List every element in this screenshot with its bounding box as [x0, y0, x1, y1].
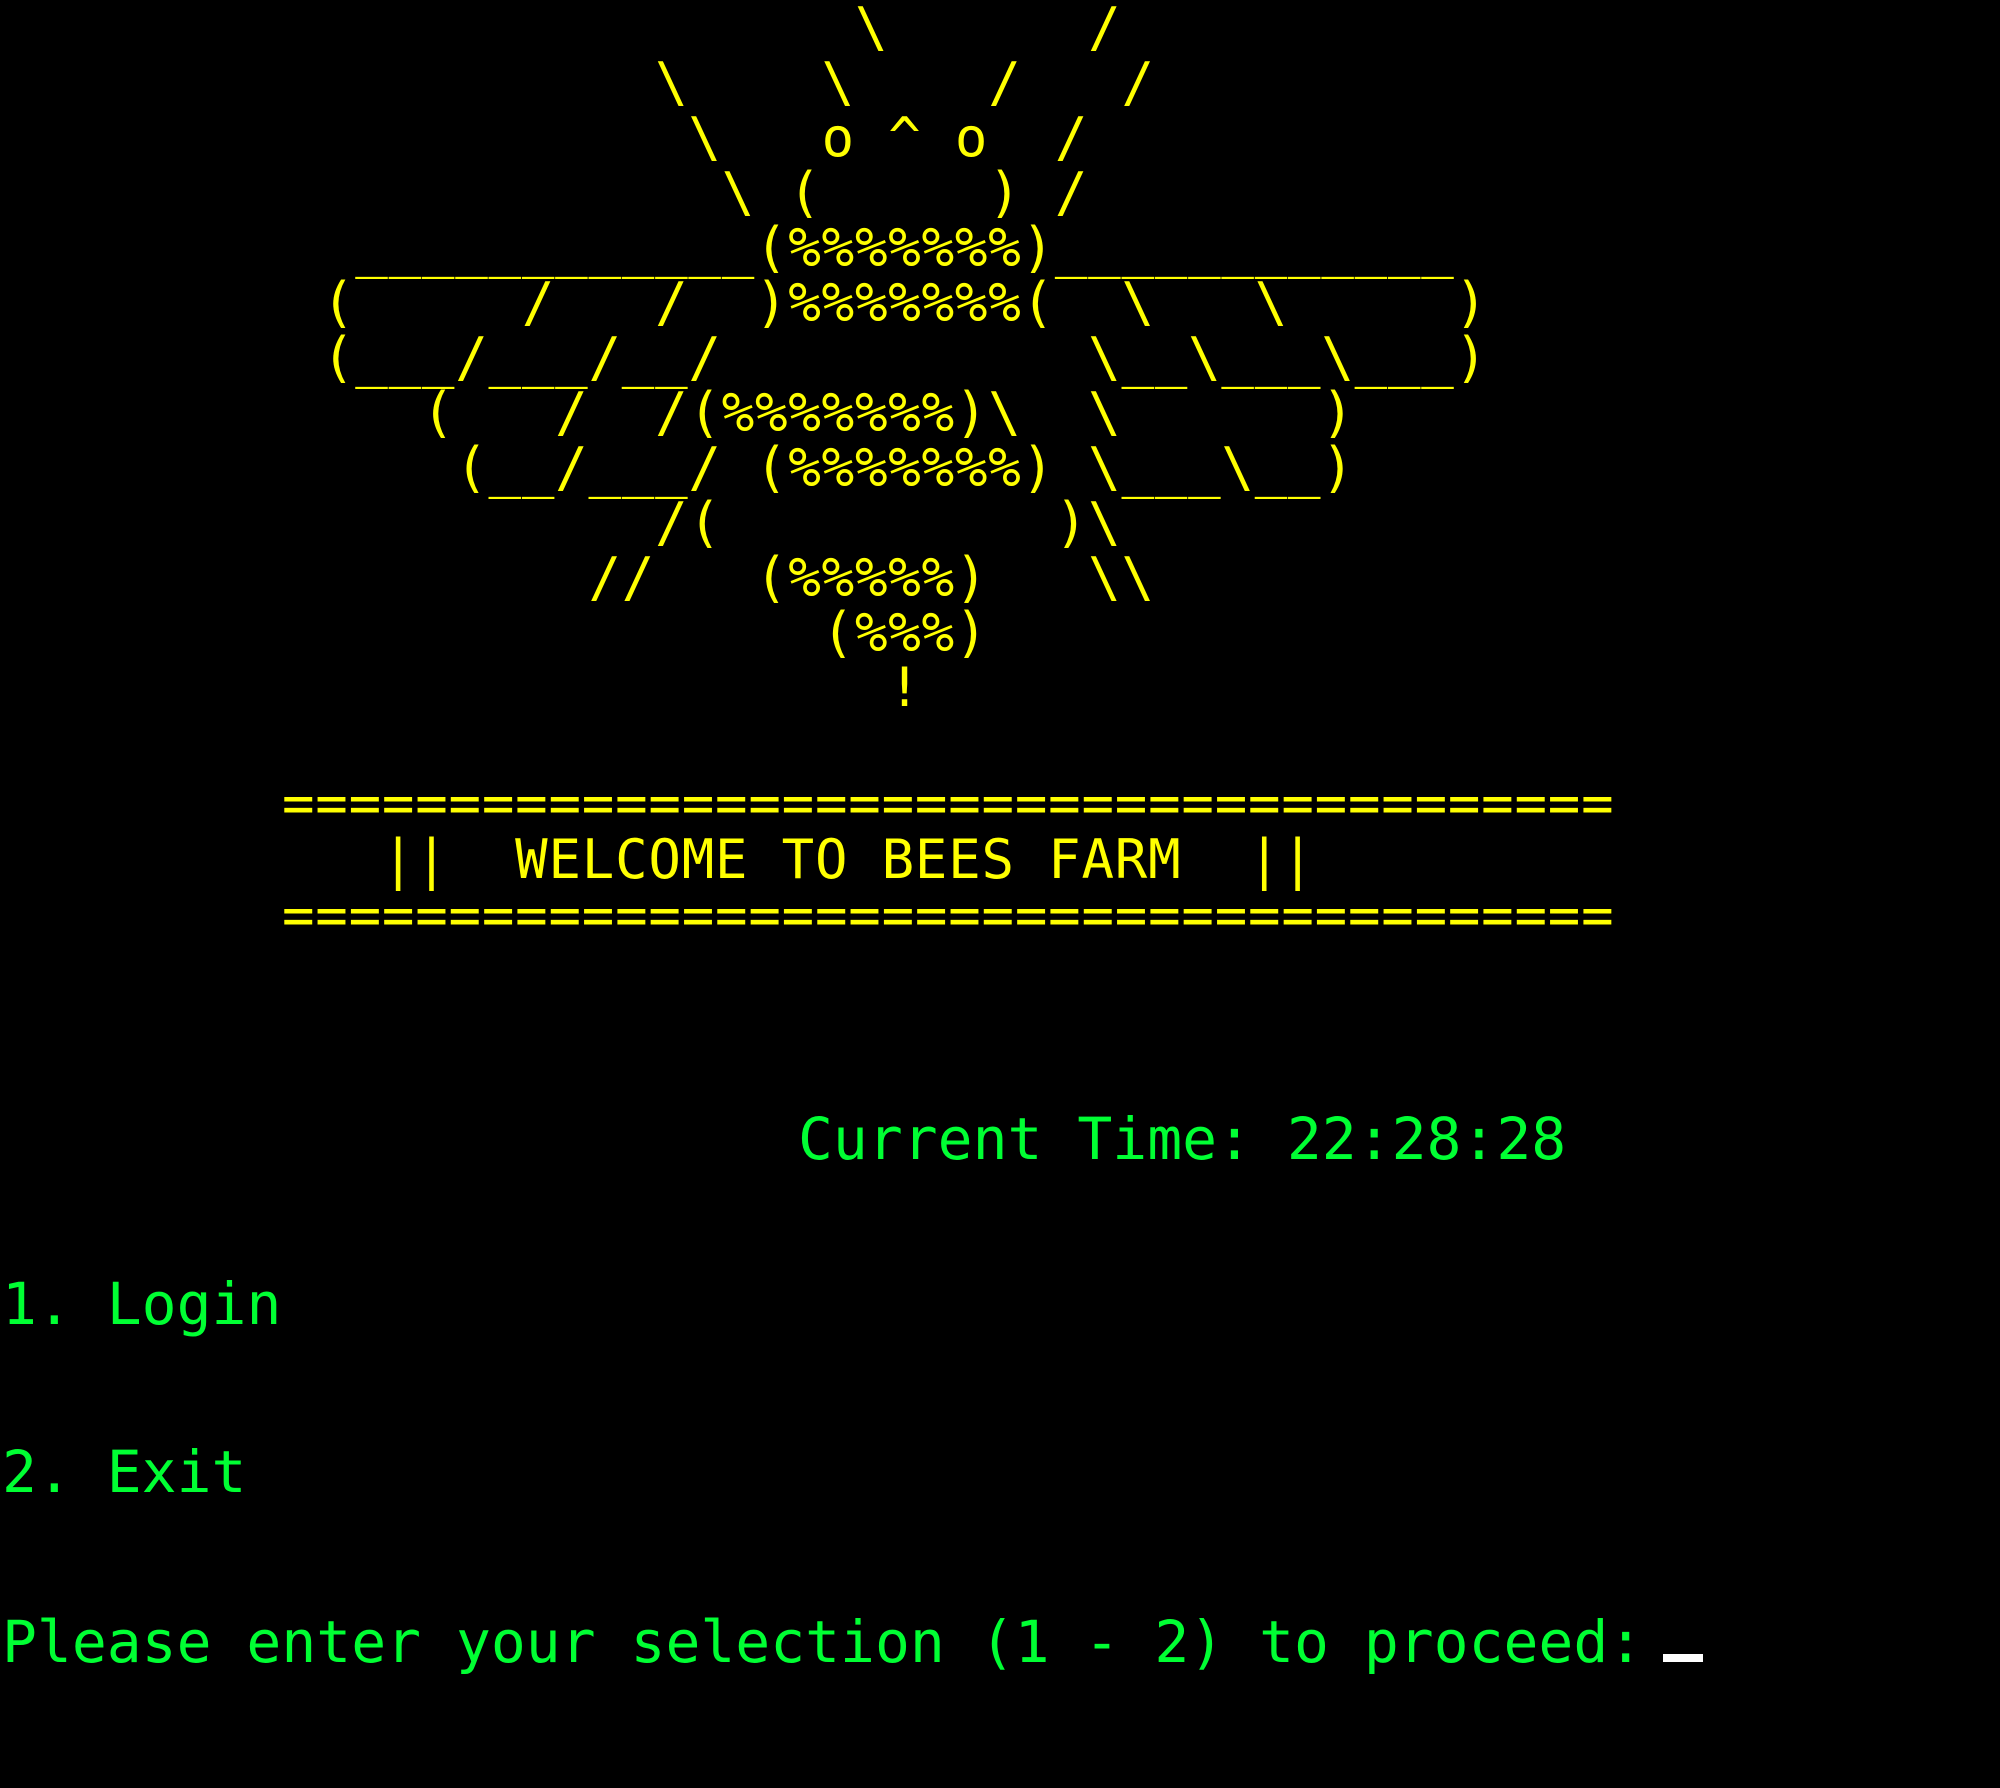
- selection-prompt[interactable]: Please enter your selection (1 - 2) to p…: [2, 1608, 1704, 1676]
- current-time: Current Time: 22:28:28: [798, 1106, 1566, 1172]
- current-time-value: 22:28:28: [1286, 1105, 1567, 1173]
- menu-item-label: Login: [106, 1270, 282, 1338]
- menu-item-exit[interactable]: 2. Exit: [2, 1443, 1703, 1501]
- bee-ascii-art: \ / \ \ / / \ o ^ o / \ ( ) / __________…: [322, 0, 1488, 719]
- menu-item-label: Exit: [106, 1438, 247, 1506]
- welcome-banner: ========================================…: [282, 776, 1614, 944]
- terminal-screen[interactable]: \ / \ \ / / \ o ^ o / \ ( ) / __________…: [0, 0, 2000, 1671]
- banner-rule-bottom: ========================================: [282, 884, 1615, 947]
- menu-item-number: 2.: [2, 1438, 72, 1506]
- menu-item-login[interactable]: 1. Login: [2, 1275, 1703, 1333]
- menu-item-number: 1.: [2, 1270, 72, 1338]
- main-menu: 1. Login 2. Exit Please enter your selec…: [2, 1164, 1704, 1782]
- current-time-label: Current Time:: [798, 1105, 1252, 1173]
- banner-rule-top: ========================================: [282, 772, 1615, 835]
- selection-prompt-text: Please enter your selection (1 - 2) to p…: [2, 1608, 1644, 1676]
- banner-title: || WELCOME TO BEES FARM ||: [282, 828, 1315, 891]
- text-cursor: [1663, 1654, 1704, 1662]
